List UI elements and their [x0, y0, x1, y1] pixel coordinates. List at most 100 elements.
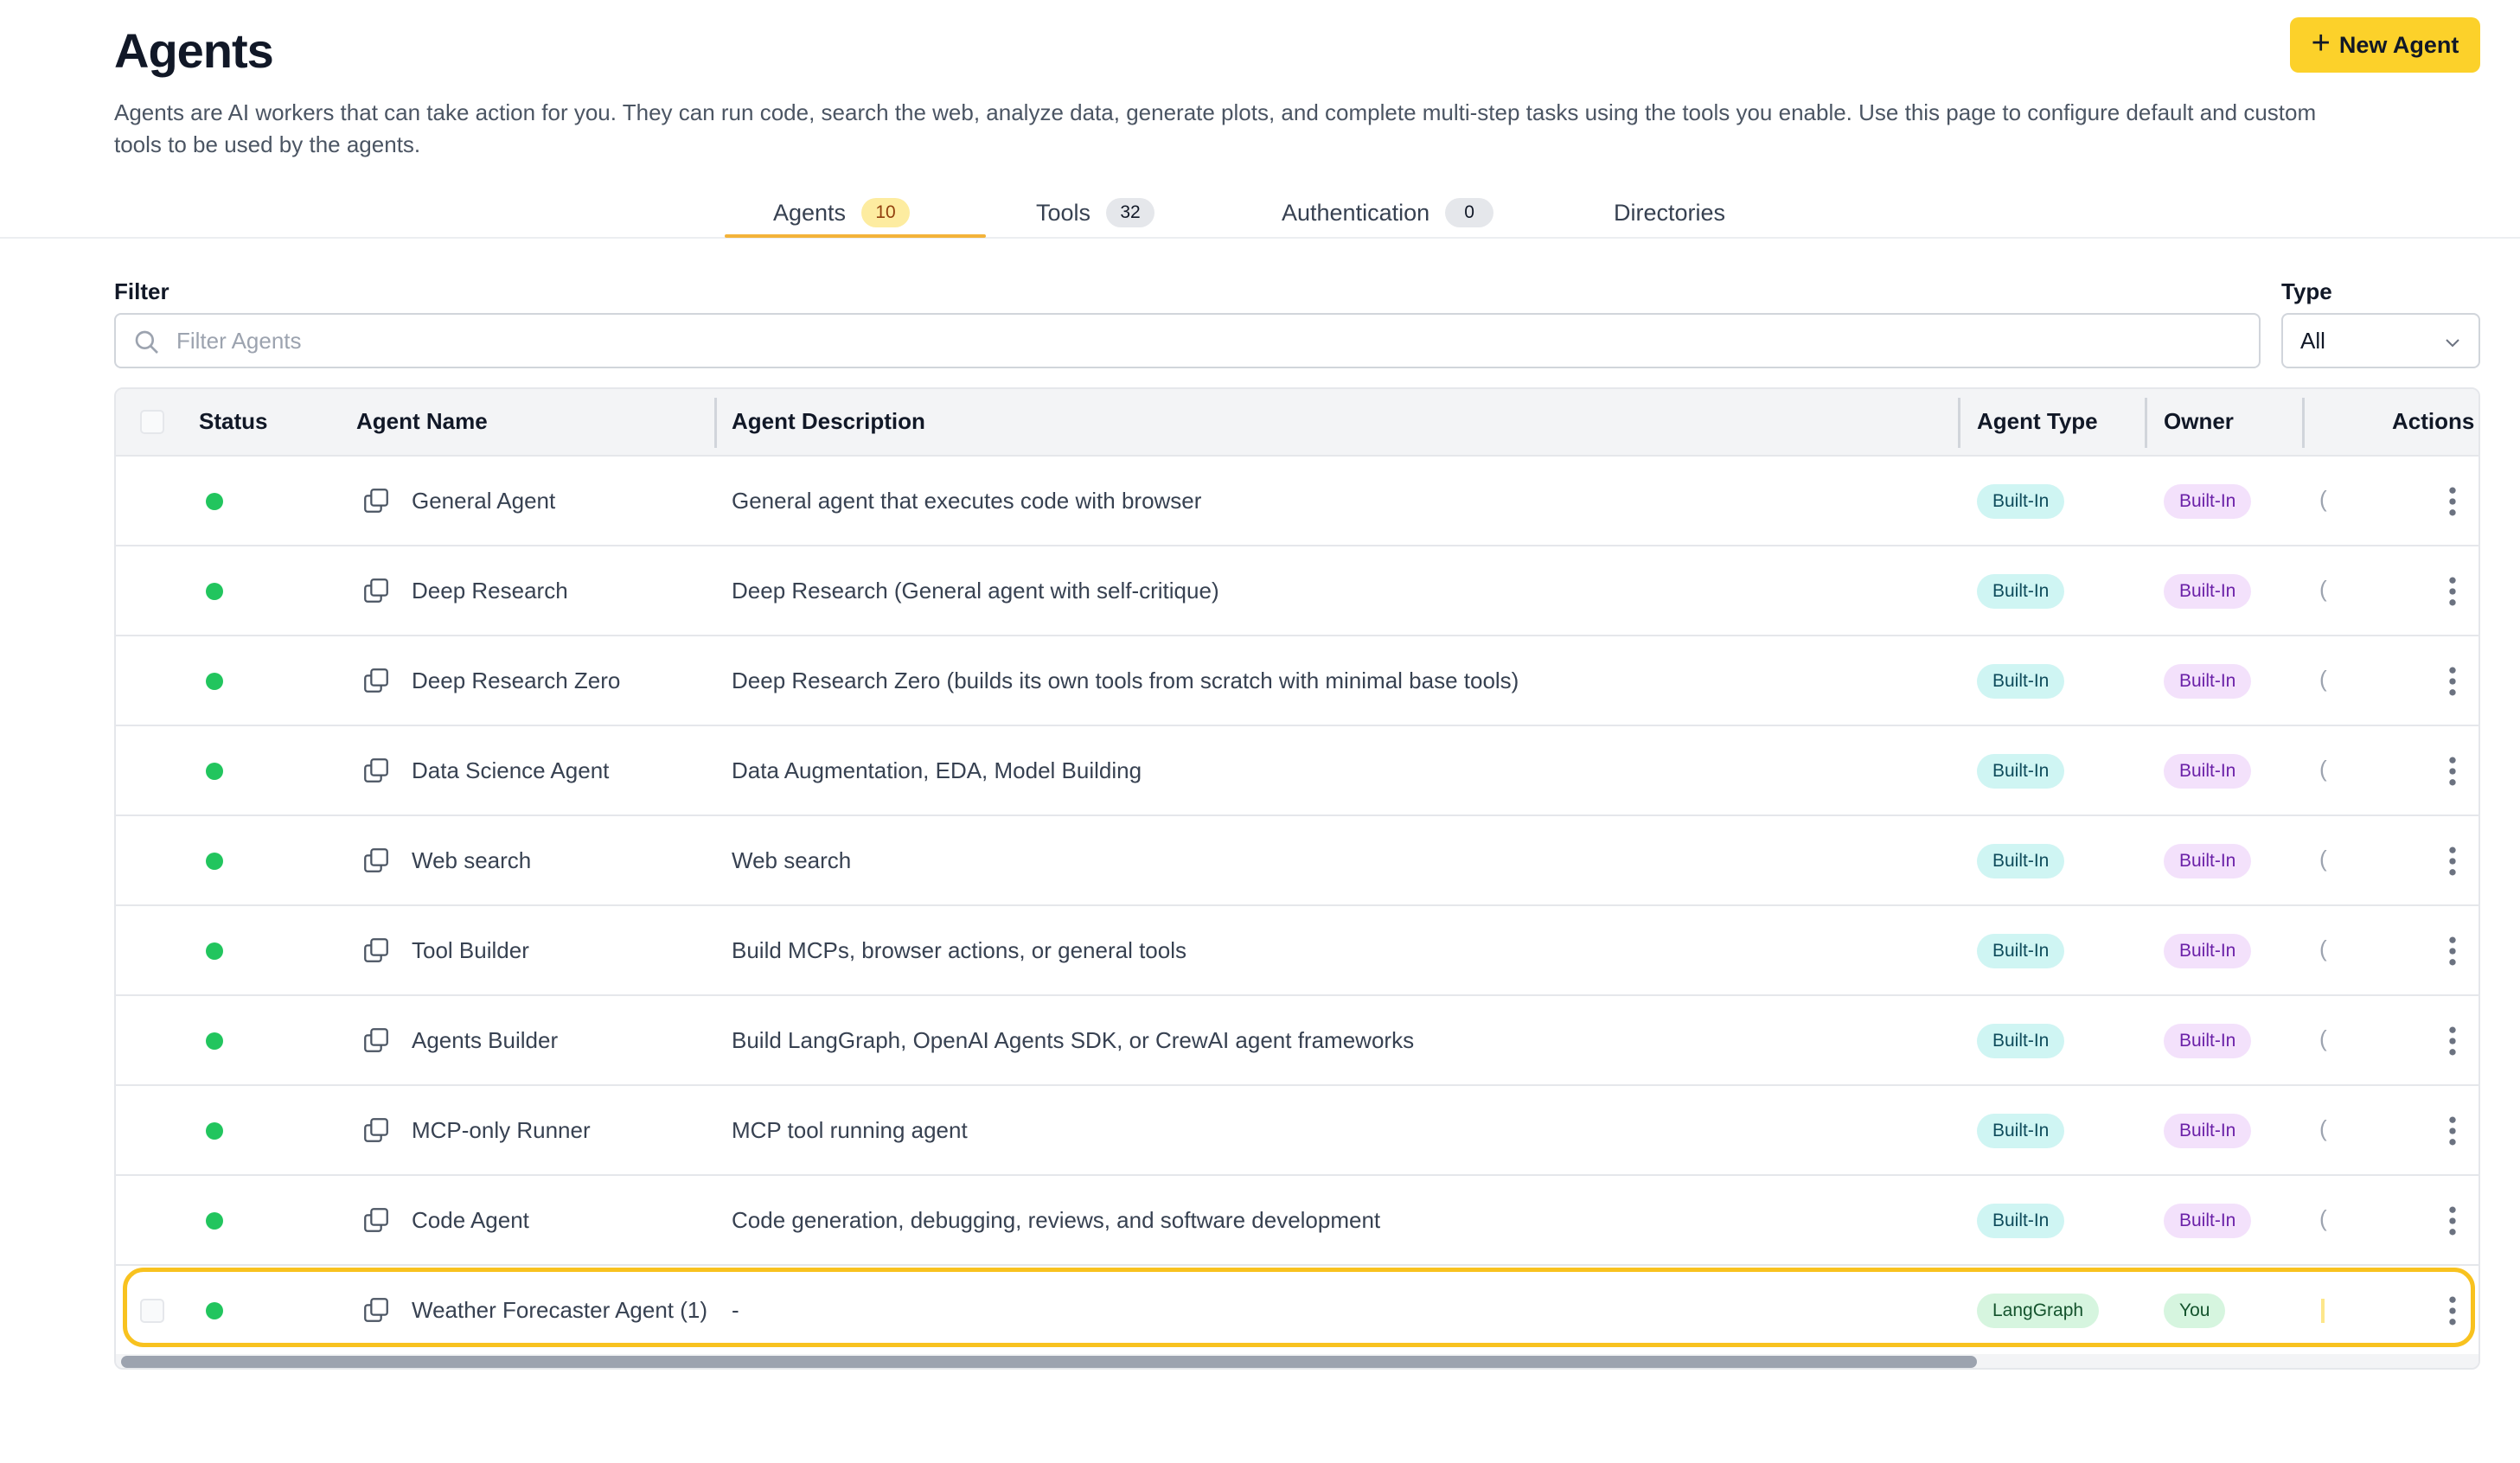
agent-name[interactable]: Web search — [412, 847, 531, 874]
owner-badge: Built-In — [2164, 664, 2252, 699]
agent-name[interactable]: Tool Builder — [412, 937, 529, 964]
kebab-menu-icon[interactable] — [2444, 1292, 2461, 1330]
column-resize-handle[interactable] — [2145, 398, 2147, 448]
copy-icon[interactable] — [361, 1205, 391, 1235]
kebab-menu-icon[interactable] — [2444, 842, 2461, 880]
kebab-menu-icon[interactable] — [2444, 1022, 2461, 1060]
tab-label: Authentication — [1282, 199, 1430, 226]
truncated-column-cell: ( — [2319, 1115, 2327, 1141]
agent-description: Code generation, debugging, reviews, and… — [732, 1207, 1381, 1233]
truncated-column-cell: ( — [2319, 1205, 2327, 1231]
kebab-menu-icon[interactable] — [2444, 1112, 2461, 1150]
copy-icon[interactable] — [361, 576, 391, 605]
tab-tools[interactable]: Tools 32 — [1036, 188, 1155, 237]
agent-description: MCP tool running agent — [732, 1117, 968, 1143]
tab-count-badge: 0 — [1445, 198, 1494, 227]
agent-name[interactable]: MCP-only Runner — [412, 1117, 591, 1144]
table-row[interactable]: MCP-only Runner MCP tool running agent Bui… — [116, 1086, 2478, 1176]
table-row[interactable]: Deep Research Zero Deep Research Zero (bu… — [116, 636, 2478, 726]
truncated-column-cell: ( — [2319, 666, 2327, 692]
table-row[interactable]: Tool Builder Build MCPs, browser actions,… — [116, 906, 2478, 996]
tab-directories[interactable]: Directories — [1614, 188, 1725, 237]
column-resize-handle[interactable] — [714, 398, 717, 448]
type-label: Type — [2281, 278, 2332, 304]
status-indicator — [206, 1212, 223, 1230]
agent-name[interactable]: Deep Research Zero — [412, 668, 620, 694]
table-row[interactable]: Data Science Agent Data Augmentation, EDA… — [116, 726, 2478, 816]
kebab-menu-icon[interactable] — [2444, 572, 2461, 610]
agent-type-badge: Built-In — [1977, 754, 2065, 789]
agent-type-badge: Built-In — [1977, 664, 2065, 699]
tab-count-badge: 32 — [1106, 198, 1155, 227]
copy-icon[interactable] — [361, 1025, 391, 1055]
status-indicator — [206, 1032, 223, 1050]
kebab-menu-icon[interactable] — [2444, 482, 2461, 521]
copy-icon[interactable] — [361, 666, 391, 695]
column-header-agent-name[interactable]: Agent Name — [356, 408, 488, 435]
kebab-menu-icon[interactable] — [2444, 662, 2461, 700]
kebab-menu-icon[interactable] — [2444, 932, 2461, 970]
tab-label: Tools — [1036, 199, 1091, 226]
horizontal-scrollbar-thumb[interactable] — [121, 1356, 1977, 1368]
page-title: Agents — [114, 23, 274, 78]
new-agent-button[interactable]: + New Agent — [2290, 17, 2480, 73]
select-all-checkbox[interactable] — [140, 410, 164, 434]
tab-agents[interactable]: Agents 10 — [773, 188, 911, 237]
agent-name[interactable]: General Agent — [412, 488, 555, 514]
table-row[interactable]: Web search Web search Built-In Built-In ( — [116, 816, 2478, 906]
table-row[interactable]: Agents Builder Build LangGraph, OpenAI Ag… — [116, 996, 2478, 1086]
type-select-value: All — [2300, 327, 2325, 354]
agent-description: Web search — [732, 847, 852, 873]
column-header-owner[interactable]: Owner — [2164, 408, 2234, 435]
copy-icon[interactable] — [361, 756, 391, 785]
truncated-column-cell: ( — [2319, 846, 2327, 872]
copy-icon[interactable] — [361, 936, 391, 965]
owner-badge: You — [2164, 1294, 2226, 1328]
agent-description: General agent that executes code with br… — [732, 488, 1202, 514]
agent-type-badge: Built-In — [1977, 574, 2065, 609]
kebab-menu-icon[interactable] — [2444, 752, 2461, 790]
row-checkbox[interactable] — [140, 1299, 164, 1323]
status-indicator — [206, 1302, 223, 1319]
agent-description: Build MCPs, browser actions, or general … — [732, 937, 1187, 963]
agent-name[interactable]: Code Agent — [412, 1207, 529, 1234]
plus-icon: + — [2311, 25, 2331, 61]
filter-label: Filter — [114, 278, 169, 304]
copy-icon[interactable] — [361, 486, 391, 515]
agent-description: Deep Research Zero (builds its own tools… — [732, 668, 1519, 693]
kebab-menu-icon[interactable] — [2444, 1202, 2461, 1240]
agent-name[interactable]: Agents Builder — [412, 1027, 558, 1054]
filter-agents-input[interactable] — [176, 322, 2235, 360]
table-row[interactable]: Deep Research Deep Research (General agen… — [116, 546, 2478, 636]
truncated-column-cell: ( — [2319, 1025, 2327, 1051]
agent-name[interactable]: Deep Research — [412, 578, 568, 604]
truncated-column-cell: ( — [2319, 576, 2327, 602]
agent-type-badge: Built-In — [1977, 844, 2065, 878]
column-header-agent-type[interactable]: Agent Type — [1977, 408, 2098, 435]
agent-type-badge: Built-In — [1977, 934, 2065, 968]
agent-type-badge: Built-In — [1977, 484, 2065, 519]
column-header-status[interactable]: Status — [199, 408, 267, 435]
type-select[interactable]: All — [2281, 313, 2480, 368]
status-indicator — [206, 942, 223, 960]
agent-name[interactable]: Weather Forecaster Agent (1) — [412, 1297, 707, 1324]
table-row[interactable]: Code Agent Code generation, debugging, re… — [116, 1176, 2478, 1266]
status-indicator — [206, 763, 223, 780]
copy-icon[interactable] — [361, 1295, 391, 1325]
tabs-divider — [0, 237, 2520, 239]
agent-type-badge: Built-In — [1977, 1024, 2065, 1058]
copy-icon[interactable] — [361, 846, 391, 875]
table-row[interactable]: General Agent General agent that executes… — [116, 457, 2478, 546]
tab-authentication[interactable]: Authentication 0 — [1282, 188, 1494, 237]
copy-icon[interactable] — [361, 1115, 391, 1145]
status-indicator — [206, 853, 223, 870]
column-header-agent-description[interactable]: Agent Description — [732, 408, 925, 435]
column-resize-handle[interactable] — [2302, 398, 2305, 448]
horizontal-scrollbar[interactable] — [116, 1354, 2478, 1368]
agent-type-badge: Built-In — [1977, 1114, 2065, 1148]
agent-name[interactable]: Data Science Agent — [412, 757, 609, 784]
owner-badge: Built-In — [2164, 574, 2252, 609]
table-row[interactable]: Weather Forecaster Agent (1) - LangGraph Yo… — [116, 1266, 2478, 1356]
column-resize-handle[interactable] — [1958, 398, 1960, 448]
new-agent-label: New Agent — [2338, 31, 2459, 58]
